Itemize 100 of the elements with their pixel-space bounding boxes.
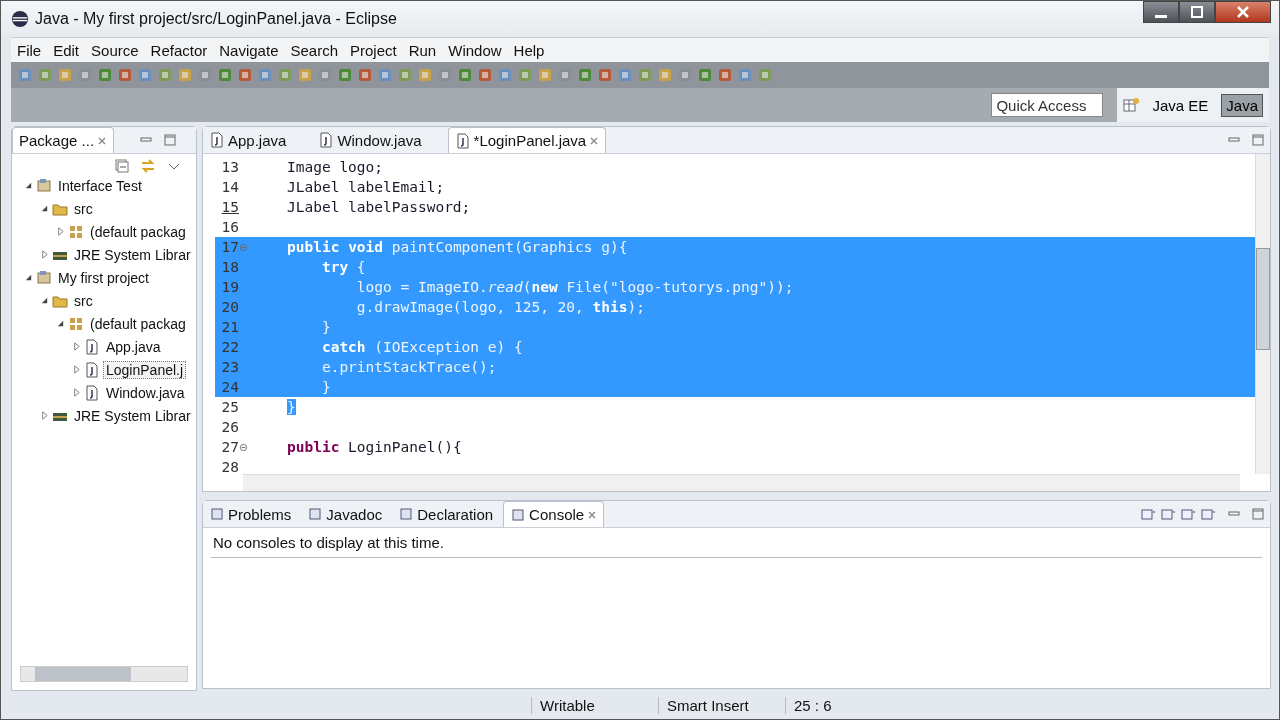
- close-icon[interactable]: [97, 135, 108, 146]
- close-icon[interactable]: [587, 509, 598, 520]
- toolbar-icon[interactable]: [517, 67, 533, 83]
- toolbar-icon[interactable]: [657, 67, 673, 83]
- toolbar-icon[interactable]: [37, 67, 53, 83]
- toolbar-icon[interactable]: [417, 67, 433, 83]
- view-toolbar-icon[interactable]: [1160, 506, 1176, 522]
- toolbar-icon[interactable]: [57, 67, 73, 83]
- maximize-icon[interactable]: [1252, 134, 1264, 146]
- open-perspective-icon[interactable]: [1123, 97, 1140, 113]
- tree-item[interactable]: My first project: [55, 268, 152, 287]
- toolbar-icon[interactable]: [257, 67, 273, 83]
- toolbar-icon[interactable]: [717, 67, 733, 83]
- tree-item[interactable]: Interface Test: [55, 176, 145, 195]
- toolbar-icon[interactable]: [677, 67, 693, 83]
- toolbar-icon[interactable]: [617, 67, 633, 83]
- collapse-all-icon[interactable]: [114, 158, 130, 174]
- view-tab[interactable]: Javadoc: [301, 501, 389, 527]
- toolbar-icon[interactable]: [197, 67, 213, 83]
- toolbar-icon[interactable]: [497, 67, 513, 83]
- tree-item[interactable]: App.java: [103, 337, 164, 356]
- tree-item[interactable]: JRE System Librar: [71, 406, 194, 425]
- toolbar-icon[interactable]: [317, 67, 333, 83]
- tree-item[interactable]: (default packag: [87, 314, 189, 333]
- toolbar-icon[interactable]: [177, 67, 193, 83]
- toolbar-icon[interactable]: [117, 67, 133, 83]
- quick-access-field[interactable]: Quick Access: [991, 93, 1104, 117]
- toolbar-icon[interactable]: [357, 67, 373, 83]
- fold-icon[interactable]: [239, 243, 248, 252]
- minimize-button[interactable]: [1143, 1, 1179, 23]
- toolbar-icon[interactable]: [457, 67, 473, 83]
- tree-item[interactable]: src: [71, 199, 96, 218]
- menu-item[interactable]: File: [11, 41, 48, 59]
- java-file-icon: [209, 132, 225, 148]
- menu-item[interactable]: Search: [284, 41, 344, 59]
- expand-arrow-icon[interactable]: [24, 273, 33, 282]
- maximize-icon[interactable]: [1252, 508, 1264, 520]
- view-tab[interactable]: Console: [503, 501, 605, 527]
- tree-item[interactable]: JRE System Librar: [71, 245, 194, 264]
- toolbar-icon[interactable]: [577, 67, 593, 83]
- view-tab[interactable]: Declaration: [392, 501, 500, 527]
- toolbar-icon[interactable]: [737, 67, 753, 83]
- toolbar-icon[interactable]: [337, 67, 353, 83]
- toolbar-icon[interactable]: [637, 67, 653, 83]
- expand-arrow-icon[interactable]: [40, 296, 49, 305]
- horizontal-scrollbar[interactable]: [20, 666, 188, 682]
- toolbar-icon[interactable]: [397, 67, 413, 83]
- menu-item[interactable]: Edit: [47, 41, 86, 59]
- editor-tab[interactable]: Window.java: [312, 127, 444, 153]
- toolbar-icon[interactable]: [157, 67, 173, 83]
- toolbar-icon[interactable]: [557, 67, 573, 83]
- toolbar-icon[interactable]: [377, 67, 393, 83]
- view-toolbar-icon[interactable]: [1200, 506, 1216, 522]
- toolbar-icon[interactable]: [97, 67, 113, 83]
- editor-tab[interactable]: App.java: [203, 127, 309, 153]
- maximize-icon[interactable]: [164, 134, 177, 146]
- toolbar-icon[interactable]: [537, 67, 553, 83]
- java-file-icon: [84, 361, 100, 378]
- tree-item[interactable]: LoginPanel.j: [103, 360, 187, 379]
- fold-icon[interactable]: [239, 443, 248, 452]
- close-icon[interactable]: [589, 135, 600, 146]
- menu-item[interactable]: Project: [344, 41, 403, 59]
- menu-item[interactable]: Source: [85, 41, 145, 59]
- view-toolbar-icon[interactable]: [1180, 506, 1196, 522]
- toolbar-icon[interactable]: [17, 67, 33, 83]
- maximize-button[interactable]: [1179, 1, 1215, 23]
- tree-item[interactable]: src: [71, 291, 96, 310]
- menu-item[interactable]: Run: [402, 41, 443, 59]
- toolbar-icon[interactable]: [477, 67, 493, 83]
- toolbar-icon[interactable]: [137, 67, 153, 83]
- status-text: Writable: [531, 696, 658, 714]
- menu-item[interactable]: Refactor: [144, 41, 214, 59]
- horizontal-scrollbar[interactable]: [243, 474, 1240, 491]
- expand-arrow-icon[interactable]: [24, 181, 33, 190]
- vertical-scrollbar[interactable]: [1255, 154, 1270, 474]
- view-tab[interactable]: Package ...: [12, 127, 115, 153]
- close-button[interactable]: [1215, 1, 1271, 23]
- toolbar-icon[interactable]: [77, 67, 93, 83]
- eclipse-logo-icon: [11, 10, 29, 28]
- toolbar-icon[interactable]: [297, 67, 313, 83]
- view-toolbar-icon[interactable]: [1140, 506, 1156, 522]
- toolbar-icon[interactable]: [437, 67, 453, 83]
- menu-item[interactable]: Window: [442, 41, 508, 59]
- toolbar-icon[interactable]: [697, 67, 713, 83]
- editor-tab[interactable]: *LoginPanel.java: [447, 127, 607, 153]
- tree-item[interactable]: (default packag: [87, 222, 189, 241]
- view-tab[interactable]: Problems: [203, 501, 298, 527]
- toolbar-icon[interactable]: [277, 67, 293, 83]
- perspective-button[interactable]: Java: [1221, 93, 1263, 117]
- toolbar-icon[interactable]: [217, 67, 233, 83]
- toolbar-icon[interactable]: [237, 67, 253, 83]
- toolbar-icon[interactable]: [597, 67, 613, 83]
- expand-arrow-icon[interactable]: [40, 204, 49, 213]
- link-arrows-icon[interactable]: [140, 158, 156, 174]
- menu-item[interactable]: Navigate: [213, 41, 285, 59]
- toolbar-icon[interactable]: [757, 67, 773, 83]
- menu-item[interactable]: Help: [507, 41, 551, 59]
- expand-arrow-icon[interactable]: [56, 319, 65, 328]
- perspective-button[interactable]: Java EE: [1147, 93, 1214, 117]
- tree-item[interactable]: Window.java: [103, 383, 188, 402]
